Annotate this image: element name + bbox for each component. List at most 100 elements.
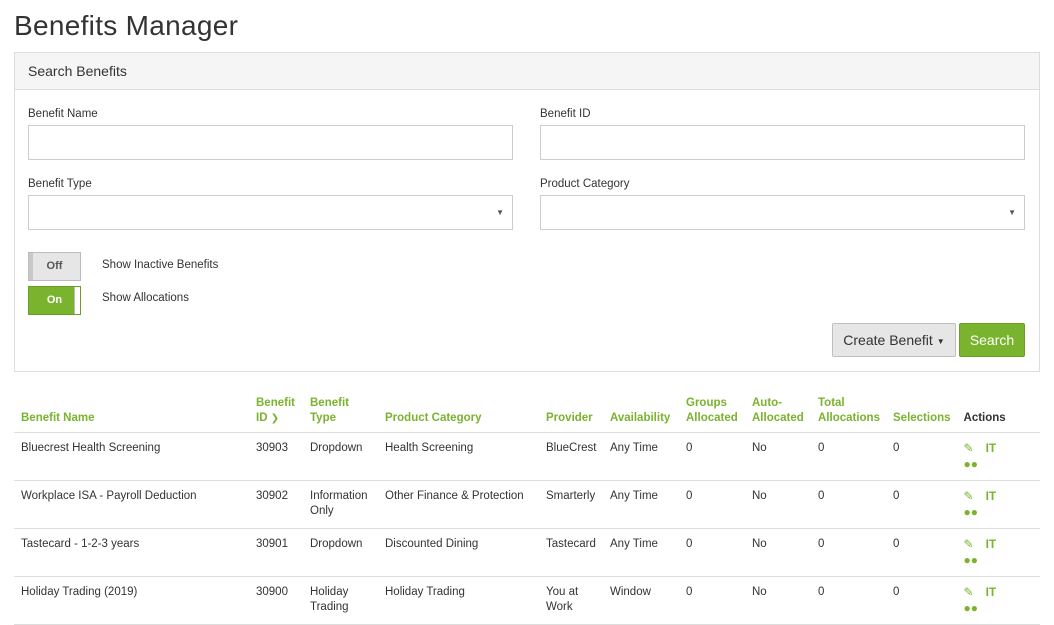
- cell-benefit-id: 30903: [249, 432, 303, 481]
- text-format-icon[interactable]: IT: [986, 537, 997, 552]
- users-group-icon[interactable]: ●●: [964, 457, 979, 472]
- col-header-provider[interactable]: Provider: [539, 392, 603, 433]
- col-header-groups-allocated[interactable]: Groups Allocated: [679, 392, 745, 433]
- cell-selections[interactable]: 0: [886, 576, 957, 625]
- table-header-row: Benefit Name Benefit ID ❯ Benefit Type Pro…: [14, 392, 1040, 433]
- users-group-icon[interactable]: ●●: [964, 553, 979, 568]
- cell-auto-allocated: No: [745, 480, 811, 529]
- pencil-icon[interactable]: ✎: [964, 585, 974, 600]
- search-button[interactable]: Search: [959, 323, 1025, 357]
- text-format-icon[interactable]: IT: [986, 441, 997, 456]
- col-header-selections[interactable]: Selections: [886, 392, 957, 433]
- search-panel-heading: Search Benefits: [15, 53, 1039, 90]
- cell-provider: You at Work: [539, 576, 603, 625]
- header-label: Actions: [963, 412, 1006, 424]
- cell-groups-allocated[interactable]: 0: [679, 576, 745, 625]
- benefits-table: Benefit Name Benefit ID ❯ Benefit Type Pro…: [14, 392, 1040, 625]
- caret-down-icon: ▼: [1008, 208, 1016, 217]
- table-row: Bluecrest Health Screening 30903 Dropdow…: [14, 432, 1040, 481]
- cell-availability: Window: [603, 576, 679, 625]
- text-format-icon[interactable]: IT: [986, 585, 997, 600]
- cell-actions: ✎ IT ●●: [956, 480, 1040, 529]
- header-label: Benefit Name: [21, 412, 95, 424]
- toggle-knob: [29, 253, 33, 280]
- create-benefit-label: Create Benefit: [843, 332, 933, 348]
- benefit-type-select[interactable]: ▼: [28, 195, 513, 230]
- col-header-benefit-name[interactable]: Benefit Name: [14, 392, 249, 433]
- cell-total-allocations[interactable]: 0: [811, 576, 886, 625]
- product-category-label: Product Category: [540, 178, 630, 190]
- show-inactive-toggle[interactable]: Off: [28, 252, 81, 281]
- header-label: Total: [818, 397, 845, 409]
- col-header-auto-allocated[interactable]: Auto- Allocated: [745, 392, 811, 433]
- header-label: Auto-: [752, 397, 783, 409]
- show-allocations-label: Show Allocations: [102, 292, 189, 304]
- header-label: Selections: [893, 412, 951, 424]
- cell-actions: ✎ IT ●●: [956, 576, 1040, 625]
- cell-benefit-type: Dropdown: [303, 528, 378, 577]
- cell-total-allocations[interactable]: 0: [811, 432, 886, 481]
- users-group-icon[interactable]: ●●: [964, 505, 979, 520]
- cell-auto-allocated: No: [745, 576, 811, 625]
- cell-benefit-name: Workplace ISA - Payroll Deduction: [14, 480, 249, 529]
- text-format-icon[interactable]: IT: [986, 489, 997, 504]
- toggle-state: On: [46, 294, 63, 306]
- cell-benefit-name: Bluecrest Health Screening: [14, 432, 249, 481]
- header-label: ID: [256, 412, 268, 424]
- chevron-down-icon: ❯: [270, 413, 280, 424]
- show-allocations-toggle[interactable]: On: [28, 286, 81, 315]
- cell-total-allocations[interactable]: 0: [811, 528, 886, 577]
- header-label: Provider: [546, 412, 593, 424]
- cell-actions: ✎ IT ●●: [956, 528, 1040, 577]
- header-label: Allocated: [686, 412, 738, 424]
- cell-actions: ✎ IT ●●: [956, 432, 1040, 481]
- cell-benefit-name: Holiday Trading (2019): [14, 576, 249, 625]
- cell-auto-allocated: No: [745, 432, 811, 481]
- benefit-name-label: Benefit Name: [28, 108, 98, 120]
- pencil-icon[interactable]: ✎: [964, 441, 974, 456]
- header-label: Availability: [610, 412, 671, 424]
- cell-total-allocations[interactable]: 0: [811, 480, 886, 529]
- cell-product-category: Other Finance & Protection: [378, 480, 539, 529]
- table-row: Holiday Trading (2019) 30900 Holiday Tra…: [14, 576, 1040, 625]
- benefit-id-input[interactable]: [540, 125, 1025, 160]
- cell-product-category: Health Screening: [378, 432, 539, 481]
- search-panel: Search Benefits Benefit Name Benefit ID …: [14, 52, 1040, 372]
- pencil-icon[interactable]: ✎: [964, 489, 974, 504]
- cell-auto-allocated: No: [745, 528, 811, 577]
- header-label: Type: [310, 412, 336, 424]
- col-header-product-category[interactable]: Product Category: [378, 392, 539, 433]
- toggle-state: Off: [46, 260, 63, 272]
- cell-benefit-type: Dropdown: [303, 432, 378, 481]
- show-inactive-label: Show Inactive Benefits: [102, 259, 219, 271]
- cell-availability: Any Time: [603, 528, 679, 577]
- create-benefit-button[interactable]: Create Benefit ▼: [832, 323, 956, 357]
- cell-benefit-id: 30900: [249, 576, 303, 625]
- benefit-id-label: Benefit ID: [540, 108, 591, 120]
- pencil-icon[interactable]: ✎: [964, 537, 974, 552]
- cell-benefit-id: 30901: [249, 528, 303, 577]
- table-row: Workplace ISA - Payroll Deduction 30902 …: [14, 480, 1040, 529]
- cell-groups-allocated[interactable]: 0: [679, 480, 745, 529]
- cell-groups-allocated[interactable]: 0: [679, 528, 745, 577]
- cell-groups-allocated[interactable]: 0: [679, 432, 745, 481]
- col-header-availability[interactable]: Availability: [603, 392, 679, 433]
- cell-selections[interactable]: 0: [886, 528, 957, 577]
- cell-provider: Tastecard: [539, 528, 603, 577]
- benefit-name-input[interactable]: [28, 125, 513, 160]
- cell-product-category: Discounted Dining: [378, 528, 539, 577]
- col-header-benefit-id[interactable]: Benefit ID ❯: [249, 392, 303, 433]
- cell-provider: BlueCrest: [539, 432, 603, 481]
- product-category-select[interactable]: ▼: [540, 195, 1025, 230]
- col-header-total-allocations[interactable]: Total Allocations: [811, 392, 886, 433]
- benefit-type-label: Benefit Type: [28, 178, 92, 190]
- toggle-knob: [74, 287, 80, 314]
- users-group-icon[interactable]: ●●: [964, 601, 979, 616]
- cell-selections[interactable]: 0: [886, 480, 957, 529]
- header-label: Groups: [686, 397, 727, 409]
- caret-down-icon: ▼: [936, 337, 945, 346]
- cell-selections[interactable]: 0: [886, 432, 957, 481]
- header-label: Allocations: [818, 412, 880, 424]
- cell-benefit-type: Holiday Trading: [303, 576, 378, 625]
- col-header-benefit-type[interactable]: Benefit Type: [303, 392, 378, 433]
